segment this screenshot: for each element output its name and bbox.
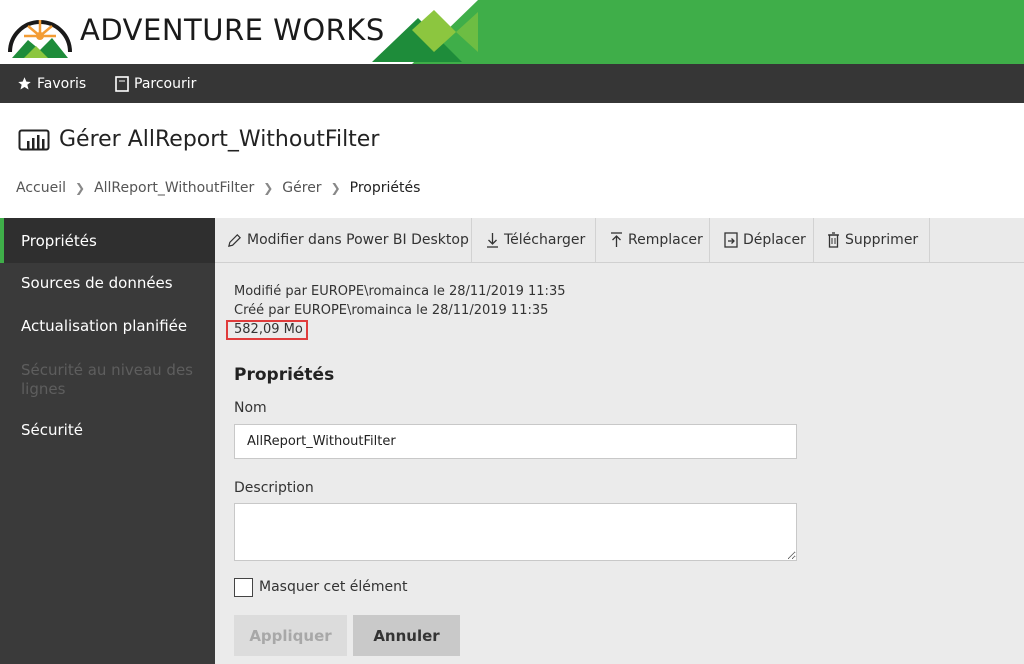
edit-in-desktop-label: Modifier dans Power BI Desktop [247,232,469,248]
move-button[interactable]: Déplacer [724,218,806,262]
description-field[interactable] [234,503,797,561]
move-label: Déplacer [743,232,806,248]
chevron-right-icon: ❯ [263,181,274,195]
toolbar: Modifier dans Power BI Desktop Télécharg… [215,218,1024,263]
download-label: Télécharger [504,232,586,248]
nav-browse[interactable]: Parcourir [115,64,196,103]
star-icon [18,77,31,90]
nav-favorites[interactable]: Favoris [17,64,86,103]
sidebar-item-data-sources[interactable]: Sources de données [0,274,215,293]
hide-item-checkbox[interactable] [234,578,253,597]
main-content: Modifier dans Power BI Desktop Télécharg… [215,218,1024,664]
delete-label: Supprimer [845,232,919,248]
name-field[interactable] [234,424,797,459]
breadcrumb: Accueil ❯ AllReport_WithoutFilter ❯ Gére… [16,178,420,198]
name-label: Nom [234,400,267,416]
hide-item-label: Masquer cet élément [259,579,408,595]
sidebar-item-properties[interactable]: Propriétés [0,218,215,263]
toolbar-divider [595,218,596,262]
download-icon [487,233,498,248]
breadcrumb-current: Propriétés [349,180,421,196]
sidebar-item-scheduled-refresh[interactable]: Actualisation planifiée [0,317,215,336]
created-info: Créé par EUROPE\romainca le 28/11/2019 1… [234,303,549,318]
breadcrumb-report[interactable]: AllReport_WithoutFilter [94,180,254,196]
description-label: Description [234,480,314,496]
pencil-icon [228,233,241,247]
breadcrumb-home[interactable]: Accueil [16,180,66,196]
report-icon [18,129,50,151]
apply-button[interactable]: Appliquer [234,615,347,656]
sidebar-item-row-level-security: Sécurité au niveau des lignes [21,361,193,398]
cancel-button[interactable]: Annuler [353,615,460,656]
top-nav-bar: Favoris Parcourir [0,64,1024,103]
download-button[interactable]: Télécharger [486,218,585,262]
toolbar-divider [813,218,814,262]
nav-favorites-label: Favoris [37,75,87,92]
replace-button[interactable]: Remplacer [610,218,703,262]
delete-button[interactable]: Supprimer [827,218,918,262]
sidebar: Propriétés Sources de données Actualisat… [0,218,215,664]
brand-banner: ADVENTURE WORKS [0,0,1024,64]
file-size: 582,09 Mo [234,322,303,337]
move-icon [724,232,738,248]
brand-title: ADVENTURE WORKS [80,13,385,47]
page-title: Gérer AllReport_WithoutFilter [59,127,380,152]
trash-icon [828,232,839,248]
document-icon [115,75,129,92]
toolbar-divider [929,218,930,262]
sidebar-item-security[interactable]: Sécurité [0,421,215,440]
upload-icon [611,232,622,247]
chevron-right-icon: ❯ [75,181,86,195]
chevron-right-icon: ❯ [330,181,341,195]
nav-browse-label: Parcourir [134,75,197,92]
edit-in-desktop-button[interactable]: Modifier dans Power BI Desktop [227,218,469,262]
modified-info: Modifié par EUROPE\romainca le 28/11/201… [234,284,566,299]
breadcrumb-manage[interactable]: Gérer [282,180,321,196]
toolbar-divider [471,218,472,262]
replace-label: Remplacer [628,232,703,248]
toolbar-divider [709,218,710,262]
properties-heading: Propriétés [234,365,335,385]
